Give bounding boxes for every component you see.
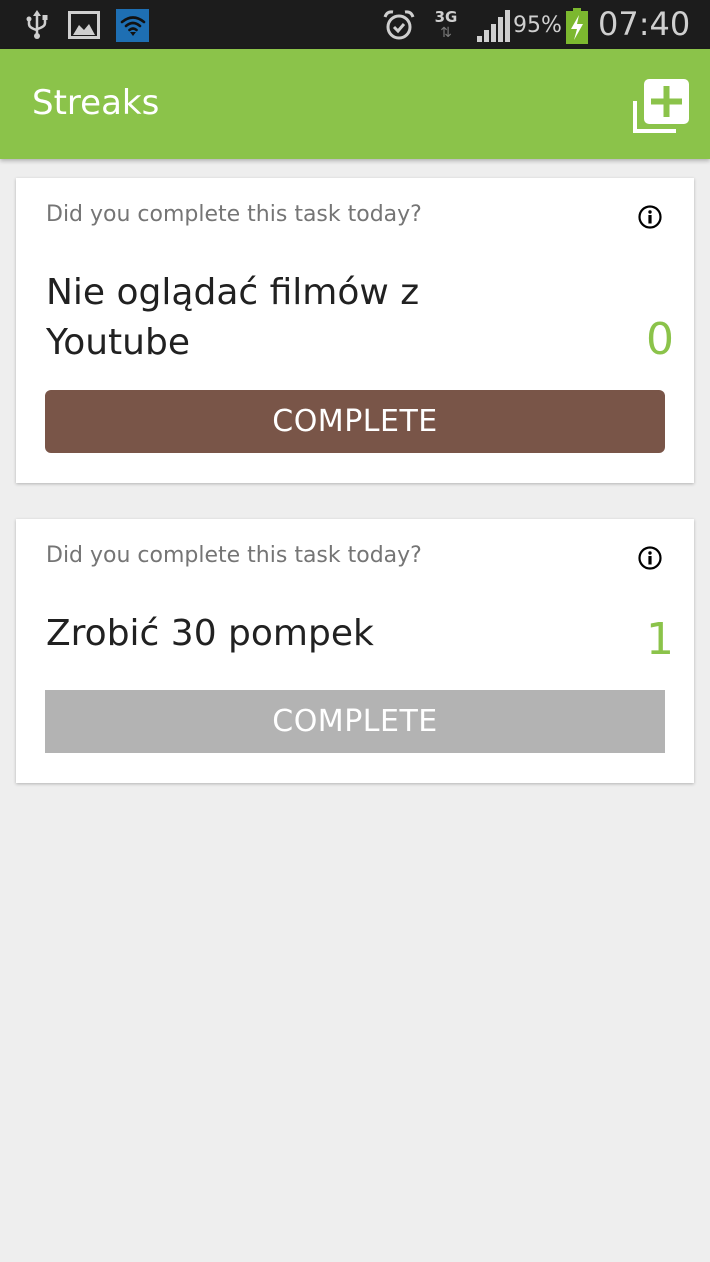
task-card: Did you complete this task today? Nie og… — [16, 178, 694, 483]
image-icon — [68, 11, 100, 39]
complete-button-disabled[interactable]: COMPLETE — [45, 690, 665, 753]
app-bar: Streaks — [0, 49, 710, 159]
info-button[interactable] — [638, 546, 662, 570]
task-question: Did you complete this task today? — [46, 543, 422, 568]
battery-percent: 95% — [513, 12, 562, 38]
app-title: Streaks — [32, 83, 160, 123]
task-name: Zrobić 30 pompek — [46, 613, 374, 654]
task-card: Did you complete this task today? Zrobić… — [16, 519, 694, 783]
alarm-icon — [382, 8, 416, 42]
task-name: Nie oglądać filmów z Youtube — [46, 272, 420, 363]
signal-icon — [476, 10, 510, 42]
clock: 07:40 — [598, 5, 691, 43]
add-task-icon — [633, 79, 689, 133]
battery-charging-icon — [566, 8, 588, 44]
3g-data-icon: 3G ⇅ — [434, 8, 458, 41]
info-icon — [638, 546, 662, 570]
status-bar: 3G ⇅ 95% 07:40 — [0, 0, 710, 49]
network-type-label: 3G — [434, 8, 458, 26]
wifi-icon — [116, 9, 149, 42]
streak-count: 0 — [646, 314, 674, 365]
task-question: Did you complete this task today? — [46, 202, 422, 227]
info-button[interactable] — [638, 205, 662, 229]
complete-button[interactable]: COMPLETE — [45, 390, 665, 453]
info-icon — [638, 205, 662, 229]
usb-icon — [24, 10, 50, 40]
add-task-button[interactable] — [630, 73, 694, 135]
streak-count: 1 — [646, 614, 674, 665]
